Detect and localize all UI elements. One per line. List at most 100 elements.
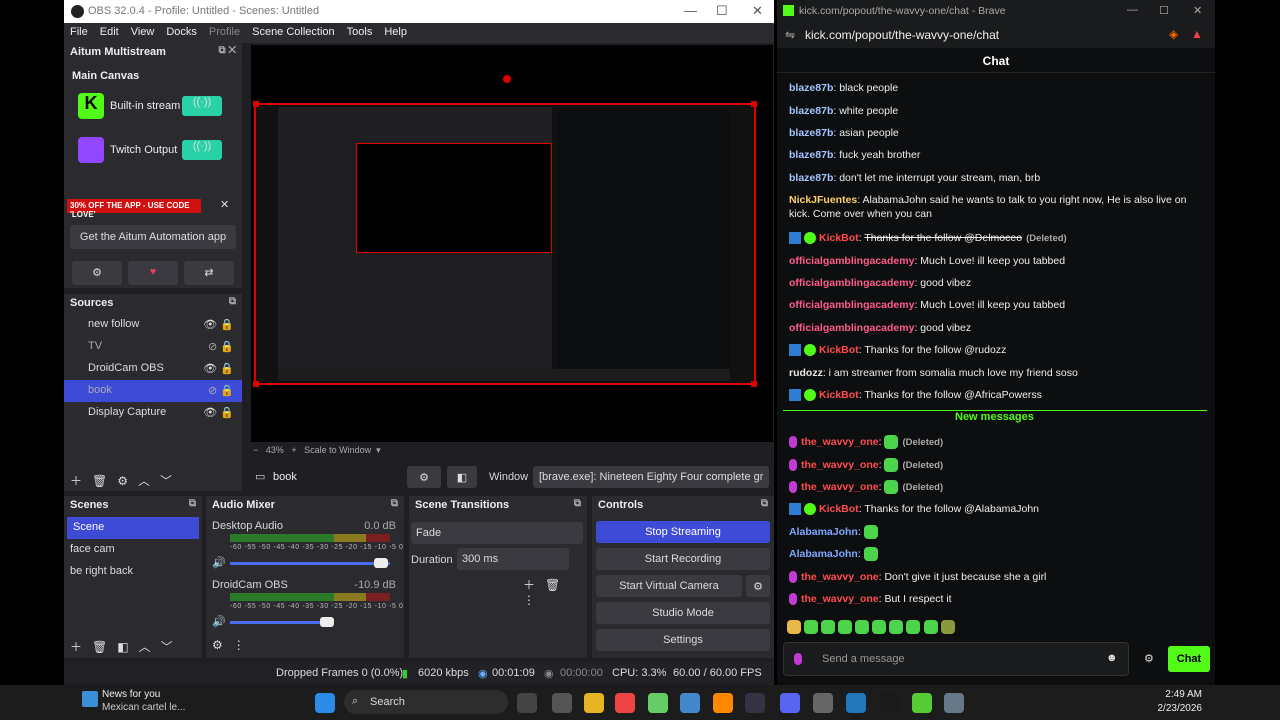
source-item[interactable]: new follow 👁 🔒 xyxy=(64,314,242,336)
chat-username[interactable]: the_wavvy_one xyxy=(801,481,879,493)
menu-profile[interactable]: Profile xyxy=(203,23,246,43)
chat-username[interactable]: blaze87b xyxy=(789,172,833,184)
rotate-handle[interactable] xyxy=(503,75,511,83)
maximize-icon[interactable]: ☐ xyxy=(716,3,728,19)
speaker-icon[interactable]: 🔊 xyxy=(212,556,226,569)
obs-icon[interactable] xyxy=(813,693,833,713)
chat-username[interactable]: the_wavvy_one xyxy=(801,436,879,448)
zoom-mode[interactable]: Scale to Window xyxy=(304,445,371,455)
chat-username[interactable]: KickBot xyxy=(819,232,859,244)
message-input[interactable]: Send a message ☻ xyxy=(783,642,1129,676)
zoom-out-icon[interactable]: − xyxy=(253,445,258,455)
emote-icon[interactable] xyxy=(889,620,904,634)
vlc-icon[interactable] xyxy=(713,693,733,713)
menu-edit[interactable]: Edit xyxy=(94,23,125,43)
news-title[interactable]: News for you xyxy=(102,689,160,700)
emote-icon[interactable] xyxy=(804,620,819,634)
emote-icon[interactable] xyxy=(821,620,836,634)
chat-username[interactable]: officialgamblingacademy xyxy=(789,322,914,334)
chat-username[interactable]: KickBot xyxy=(819,344,859,356)
down-icon[interactable]: ﹀ xyxy=(160,472,172,489)
start-icon[interactable] xyxy=(315,693,335,713)
resize-handle[interactable] xyxy=(253,101,259,107)
close-icon[interactable]: ✕ xyxy=(752,3,763,19)
minimize-icon[interactable]: — xyxy=(1127,4,1138,16)
scene-item-selected[interactable]: Scene xyxy=(67,517,199,539)
chat-username[interactable]: KickBot xyxy=(819,503,859,515)
chat-username[interactable]: AlabamaJohn xyxy=(789,526,858,538)
resize-handle[interactable] xyxy=(751,101,757,107)
app-icon[interactable] xyxy=(912,693,932,713)
menu-tools[interactable]: Tools xyxy=(341,23,379,43)
source-item-selected[interactable]: book ⊘ 🔒 xyxy=(64,380,242,402)
volume-slider[interactable] xyxy=(230,562,390,565)
virtual-camera-button[interactable]: Start Virtual Camera xyxy=(596,575,742,597)
chat-send-button[interactable]: Chat xyxy=(1168,646,1210,672)
chat-username[interactable]: KickBot xyxy=(819,389,859,401)
app-icon[interactable] xyxy=(680,693,700,713)
site-settings-icon[interactable]: ⇋ xyxy=(785,28,795,42)
minimize-icon[interactable]: — xyxy=(684,3,697,18)
address-bar[interactable]: ⇋ kick.com/popout/the-wavvy-one/chat ◈ ▲ xyxy=(777,23,1215,48)
news-subtitle[interactable]: Mexican cartel le... xyxy=(102,702,185,713)
settings-button[interactable]: Settings xyxy=(596,629,770,651)
source-item[interactable]: DroidCam OBS 👁 🔒 xyxy=(64,358,242,380)
discord-icon[interactable] xyxy=(780,693,800,713)
filters-icon[interactable]: ◧ xyxy=(447,466,477,488)
emote-icon[interactable] xyxy=(923,620,938,634)
trash-icon[interactable]: 🗑 xyxy=(92,640,107,654)
preview-area[interactable]: − 43% + Scale to Window ▾ xyxy=(251,45,773,455)
scene-item[interactable]: face cam xyxy=(64,539,202,561)
scene-item[interactable]: be right back xyxy=(64,561,202,583)
steam-icon[interactable] xyxy=(745,693,765,713)
emote-icon[interactable] xyxy=(838,620,853,634)
brave-rewards-icon[interactable]: ▲ xyxy=(1191,27,1203,41)
app-icon[interactable] xyxy=(944,693,964,713)
chat-username[interactable]: blaze87b xyxy=(789,149,833,161)
kick-app-icon[interactable] xyxy=(880,693,900,713)
aitum-app-button[interactable]: Get the Aitum Automation app xyxy=(70,225,236,249)
chat-username[interactable]: officialgamblingacademy xyxy=(789,255,914,267)
chat-username[interactable]: the_wavvy_one xyxy=(801,593,879,605)
menu-dots-icon[interactable]: ⋮ xyxy=(523,593,535,607)
brave-shield-icon[interactable]: ◈ xyxy=(1169,27,1178,41)
volume-slider[interactable] xyxy=(230,621,330,624)
widget-icon[interactable] xyxy=(552,693,572,713)
clock-time[interactable]: 2:49 AM xyxy=(1158,689,1202,700)
message-placeholder[interactable]: Send a message xyxy=(822,653,905,665)
properties-gear-icon[interactable]: ⚙ xyxy=(407,466,441,488)
add-icon[interactable]: ＋ xyxy=(70,472,82,489)
brave-icon[interactable] xyxy=(615,693,635,713)
chat-settings-icon[interactable]: ⚙ xyxy=(1144,652,1154,665)
close-icon[interactable]: ✕ xyxy=(1193,4,1202,17)
chat-username[interactable]: AlabamaJohn xyxy=(789,548,858,560)
chat-username[interactable]: blaze87b xyxy=(789,105,833,117)
studio-mode-button[interactable]: Studio Mode xyxy=(596,602,770,624)
slider-thumb[interactable] xyxy=(374,558,388,568)
source-item[interactable]: Display Capture 👁 🔒 xyxy=(64,402,242,424)
chat-username[interactable]: officialgamblingacademy xyxy=(789,277,914,289)
chat-username[interactable]: rudozz xyxy=(789,367,823,379)
emote-icon[interactable] xyxy=(872,620,887,634)
maximize-icon[interactable]: ☐ xyxy=(1159,4,1169,17)
stop-streaming-button[interactable]: Stop Streaming xyxy=(596,521,770,543)
start-recording-button[interactable]: Start Recording xyxy=(596,548,770,570)
add-icon[interactable]: ＋ xyxy=(523,576,535,593)
menu-help[interactable]: Help xyxy=(378,23,413,43)
transition-select[interactable]: Fade xyxy=(411,522,583,544)
virtual-camera-gear-icon[interactable]: ⚙ xyxy=(746,575,770,597)
aitum-share-icon[interactable]: ⇄ xyxy=(184,261,234,285)
emote-icon[interactable] xyxy=(855,620,870,634)
resize-handle[interactable] xyxy=(253,381,259,387)
chat-username[interactable]: the_wavvy_one xyxy=(801,571,879,583)
aitum-heart-icon[interactable]: ♥ xyxy=(128,261,178,285)
menu-scene-collection[interactable]: Scene Collection xyxy=(246,23,341,43)
emote-icon[interactable] xyxy=(906,620,921,634)
promo-close-icon[interactable]: ✕ xyxy=(220,198,229,211)
chat-username[interactable]: officialgamblingacademy xyxy=(789,299,914,311)
chat-username[interactable]: the_wavvy_one xyxy=(801,459,879,471)
search-box[interactable]: ⌕ Search xyxy=(344,690,508,714)
chat-username[interactable]: NickJFuentes xyxy=(789,194,857,206)
app-icon[interactable] xyxy=(648,693,668,713)
url-text[interactable]: kick.com/popout/the-wavvy-one/chat xyxy=(805,28,999,42)
